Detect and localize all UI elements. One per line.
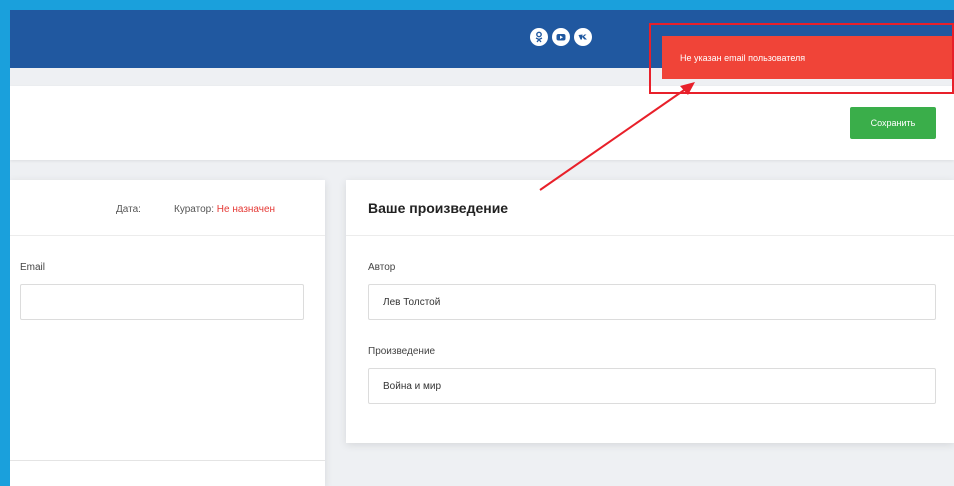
youtube-icon[interactable] xyxy=(552,28,570,46)
user-card-header: Дата: Куратор: Не назначен xyxy=(10,180,325,236)
annotation-highlight-box xyxy=(649,23,954,94)
odnoklassniki-icon[interactable] xyxy=(530,28,548,46)
social-links xyxy=(530,28,592,46)
vk-icon[interactable] xyxy=(574,28,592,46)
email-field[interactable] xyxy=(20,284,304,320)
action-toolbar: Сохранить xyxy=(10,86,954,160)
section-divider xyxy=(10,460,325,461)
work-card: Ваше произведение Автор Произведение xyxy=(346,180,954,443)
curator-label: Куратор: xyxy=(174,204,214,215)
work-card-title: Ваше произведение xyxy=(368,200,509,216)
email-label: Email xyxy=(20,262,46,273)
save-button[interactable]: Сохранить xyxy=(850,107,936,139)
author-field[interactable] xyxy=(368,284,936,320)
user-info-card: Дата: Куратор: Не назначен Email xyxy=(10,180,325,486)
author-label: Автор xyxy=(368,262,396,273)
work-card-header: Ваше произведение xyxy=(346,180,954,236)
work-field[interactable] xyxy=(368,368,936,404)
curator-info: Куратор: Не назначен xyxy=(174,204,275,215)
curator-status: Не назначен xyxy=(216,204,276,215)
work-label: Произведение xyxy=(368,346,436,357)
date-label: Дата: xyxy=(116,204,141,215)
